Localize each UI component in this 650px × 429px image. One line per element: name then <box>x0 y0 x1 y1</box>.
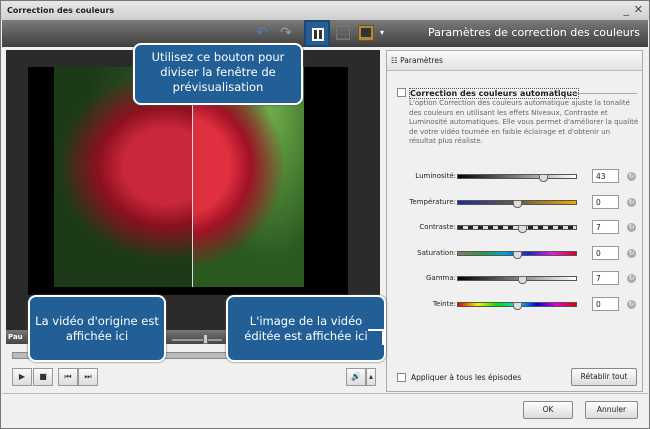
reset-icon[interactable]: ↻ <box>627 274 636 283</box>
apply-all-checkbox[interactable] <box>397 373 406 382</box>
slider-value-input[interactable]: 7 <box>592 271 619 285</box>
slider-label: Luminosité: <box>415 172 456 180</box>
slider-track[interactable] <box>457 199 577 208</box>
volume-menu-button[interactable]: ▴ <box>366 368 376 386</box>
redo-button[interactable]: ↷ <box>276 23 296 43</box>
monitor-view-button[interactable] <box>358 25 374 41</box>
split-preview-button[interactable] <box>304 20 330 47</box>
slider-label: Teinte: <box>432 299 456 308</box>
slider-label: Température: <box>409 197 456 206</box>
slider-value-input[interactable]: 0 <box>592 245 619 260</box>
play-button[interactable]: ▶ <box>12 368 32 386</box>
slider-thumb[interactable] <box>517 225 527 233</box>
slider-thumb[interactable] <box>517 276 527 284</box>
callout-split-button: Utilisez ce bouton pour diviser la fenêt… <box>133 43 303 105</box>
slider-thumb[interactable] <box>513 301 522 310</box>
slider-track[interactable] <box>457 174 577 182</box>
slider-value-input[interactable]: 7 <box>592 220 619 234</box>
reset-icon[interactable]: ↻ <box>627 197 636 207</box>
slider-value-input[interactable]: 0 <box>592 194 619 209</box>
slider-label: Contraste: <box>419 223 456 231</box>
callout-edited-video: L'image de la vidéo éditée est affichée … <box>226 295 386 362</box>
divider <box>569 93 637 94</box>
panel-header-label: Paramètres <box>400 56 443 65</box>
reset-icon[interactable]: ↻ <box>627 172 636 181</box>
settings-icon: ☷ <box>391 56 401 65</box>
divider <box>2 393 648 394</box>
slider-track[interactable] <box>457 276 577 284</box>
reset-icon[interactable]: ↻ <box>627 248 636 258</box>
slider-row: Gamma: 7 ↻ <box>387 271 642 287</box>
slider-value-input[interactable]: 0 <box>592 296 619 311</box>
minimize-button[interactable]: _ <box>624 3 630 16</box>
panel-header: ☷ Paramètres <box>387 51 642 71</box>
reset-icon[interactable]: ↻ <box>627 223 636 232</box>
auto-correction-description: L'option Correction des couleurs automat… <box>409 99 639 145</box>
window-title: Correction des couleurs <box>7 6 115 15</box>
slider-track[interactable] <box>457 225 577 233</box>
toolbar: ↶ ↷ ▾ Paramètres de correction des coule… <box>2 20 648 47</box>
stop-button[interactable]: ■ <box>33 368 53 386</box>
slider-row: Contraste: 7 ↻ <box>387 220 642 236</box>
title-bar: Correction des couleurs _ ✕ <box>0 0 650 20</box>
close-button[interactable]: ✕ <box>634 3 643 16</box>
slider-row: Teinte: 0 ↻ <box>387 296 642 313</box>
split-view-icon <box>312 28 324 41</box>
view-dropdown-icon[interactable]: ▾ <box>380 28 384 37</box>
apply-all-label[interactable]: Appliquer à tous les épisodes <box>411 373 521 382</box>
slider-row: Température: 0 ↻ <box>387 194 642 211</box>
slider-thumb[interactable] <box>513 250 522 259</box>
panel-title: Paramètres de correction des couleurs <box>427 26 640 39</box>
auto-correction-checkbox[interactable] <box>397 88 406 97</box>
slider-thumb[interactable] <box>539 174 549 182</box>
previous-button[interactable]: ⏮ <box>58 368 78 386</box>
slider-thumb[interactable] <box>513 199 522 208</box>
cancel-button[interactable]: Annuler <box>585 401 638 419</box>
reset-all-button[interactable]: Rétablir tout <box>571 368 637 386</box>
slider-row: Luminosité: 43 ↻ <box>387 169 642 185</box>
settings-panel: ☷ Paramètres Correction des couleurs aut… <box>386 50 643 392</box>
grid-view-button[interactable] <box>336 26 350 40</box>
volume-thumb[interactable] <box>203 334 208 344</box>
ok-button[interactable]: OK <box>523 401 573 419</box>
volume-button[interactable]: 🔊 <box>346 368 366 386</box>
slider-label: Gamma: <box>426 274 456 282</box>
reset-icon[interactable]: ↻ <box>627 299 636 309</box>
undo-button[interactable]: ↶ <box>252 23 272 43</box>
next-button[interactable]: ⏭ <box>78 368 98 386</box>
slider-track[interactable] <box>457 250 577 259</box>
slider-row: Saturation: 0 ↻ <box>387 245 642 262</box>
slider-track[interactable] <box>457 301 577 310</box>
slider-label: Saturation: <box>417 248 456 257</box>
auto-correction-label[interactable]: Correction des couleurs automatique <box>409 88 579 99</box>
volume-slider[interactable] <box>172 339 222 341</box>
callout-original-video: La vidéo d'origine est affichée ici <box>28 295 166 362</box>
slider-value-input[interactable]: 43 <box>592 169 619 183</box>
